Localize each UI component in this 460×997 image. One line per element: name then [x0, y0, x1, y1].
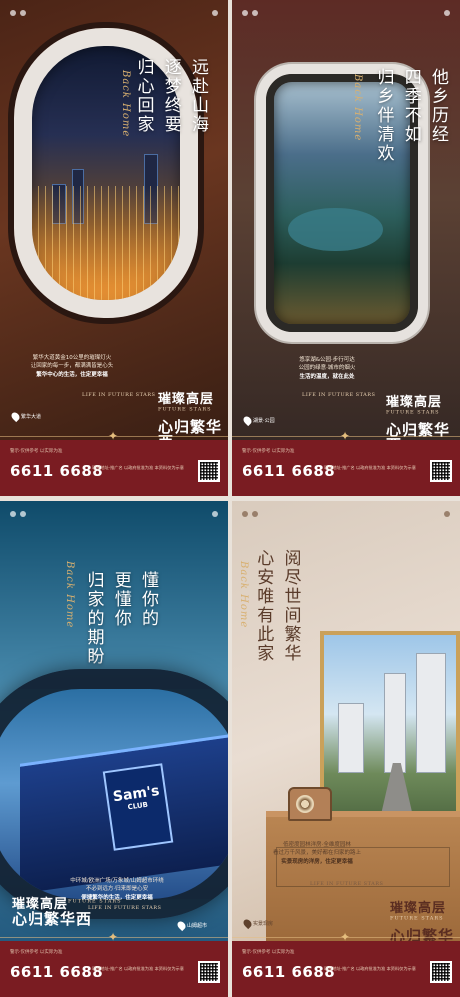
poster-window-lake: Back Home 他乡历经 四季不如 归乡伴清欢 悠享湖&公园·步行可达 公园… [232, 0, 460, 496]
sams-club-sign: Sam's CLUB [102, 763, 174, 851]
qr-code-icon [198, 961, 220, 983]
top-bar [0, 501, 228, 527]
lake [287, 207, 383, 252]
footer-bar: 警示·仅供参考 以实际为准 6611 6688 项目地址·推广名 以政府批准为准… [0, 941, 228, 997]
verse-column: 他乡历经 [428, 68, 448, 144]
map-pin-icon [9, 410, 22, 423]
english-script: Back Home [120, 70, 131, 138]
building [384, 673, 406, 773]
map-pin-icon [175, 919, 188, 932]
phone-number: 6611 6688 [10, 462, 104, 480]
radio-icon [288, 787, 332, 821]
location-pin: 山姆超市 [175, 919, 207, 932]
building [416, 653, 446, 773]
map-pin-icon [241, 917, 254, 930]
poem-verse: 阅尽世间繁华 心安唯有此家 [252, 549, 301, 663]
picture-frame [320, 631, 460, 837]
footer-bar: 警示·仅供参考 以实际为准 6611 6688 项目地址·推广名 以政府批准为准… [232, 440, 460, 496]
verse-column: 逐梦终要 [160, 58, 181, 134]
english-script: Back Home [352, 74, 363, 142]
logo-icon [252, 511, 258, 517]
phone-number: 6611 6688 [242, 963, 336, 981]
verse-column: 更懂你 [110, 571, 131, 628]
verse-column: 归乡伴清欢 [373, 68, 394, 163]
poster-glasses-mall: Back Home 懂你的 更懂你 归家的期盼 Sam's CLUB 中环城/欧洲… [0, 501, 228, 997]
top-bar [0, 0, 228, 26]
verse-column: 归家的期盼 [83, 571, 104, 666]
badge-icon [212, 511, 218, 517]
qr-code-icon [198, 460, 220, 482]
brand-logo: 璀璨高层FUTURE STARS 心归繁华西 [12, 897, 122, 928]
top-bar [232, 501, 460, 527]
badge-icon [444, 10, 450, 16]
qr-code-icon [430, 961, 452, 983]
phone-number: 6611 6688 [10, 963, 104, 981]
tagline-english: LIFE IN FUTURE STARS [302, 392, 376, 398]
logo-icon [242, 511, 248, 517]
description: 悠享湖&公园·步行可达 公园的绿意·城市的烟火 生活的温度，就在此处 [298, 357, 356, 380]
verse-column: 心安唯有此家 [253, 549, 274, 663]
tagline-english: LIFE IN FUTURE STARS [82, 392, 156, 398]
poem-verse: 懂你的 更懂你 归家的期盼 [82, 571, 159, 666]
poem-verse: 远赴山海 逐梦终要 归心回家 [132, 58, 209, 134]
verse-column: 远赴山海 [188, 58, 208, 134]
poem-verse: 他乡历经 四季不如 归乡伴清欢 [372, 68, 449, 163]
logo-icon [20, 511, 26, 517]
top-bar [232, 0, 460, 26]
building [338, 703, 364, 773]
english-script: Back Home [238, 561, 249, 629]
verse-column: 归心回家 [133, 58, 154, 134]
location-pin: 湖景·公园 [241, 414, 275, 427]
phone-number: 6611 6688 [242, 462, 336, 480]
badge-icon [212, 10, 218, 16]
badge-icon [444, 511, 450, 517]
footer-bar: 警示·仅供参考 以实际为准 6611 6688 项目地址·推广名 以政府批准为准… [232, 941, 460, 997]
map-pin-icon [241, 414, 254, 427]
logo-icon [252, 10, 258, 16]
logo-icon [10, 511, 16, 517]
poster-airplane-city: Back Home 远赴山海 逐梦终要 归心回家 繁华大道黄金10公里的璀璨灯火… [0, 0, 228, 496]
poster-frame-garden: Back Home 阅尽世间繁华 心安唯有此家 低密度园林洋房·全维度园林 看过… [232, 501, 460, 997]
city-lights [32, 185, 180, 300]
footer-bar: 警示·仅供参考 以实际为准 6611 6688 项目地址·推广名 以政府批准为准… [0, 440, 228, 496]
location-pin: 繁华大道 [9, 410, 41, 423]
location-pin: 实景现房 [241, 917, 273, 930]
logo-icon [242, 10, 248, 16]
english-script: Back Home [64, 561, 75, 629]
verse-column: 懂你的 [138, 571, 158, 628]
verse-column: 阅尽世间繁华 [280, 549, 301, 663]
description: 低密度园林洋房·全维度园林 看过万千风景，美好都在归家的路上 实景现房的洋房，住… [272, 842, 361, 865]
tagline-english: LIFE IN FUTURE STARS [310, 881, 384, 887]
qr-code-icon [430, 460, 452, 482]
logo-icon [20, 10, 26, 16]
verse-column: 四季不如 [400, 68, 421, 144]
logo-icon [10, 10, 16, 16]
description: 繁华大道黄金10公里的璀璨灯火 让回家的每一步，都满满皆是心头 繁华中心的生活，… [30, 355, 114, 378]
